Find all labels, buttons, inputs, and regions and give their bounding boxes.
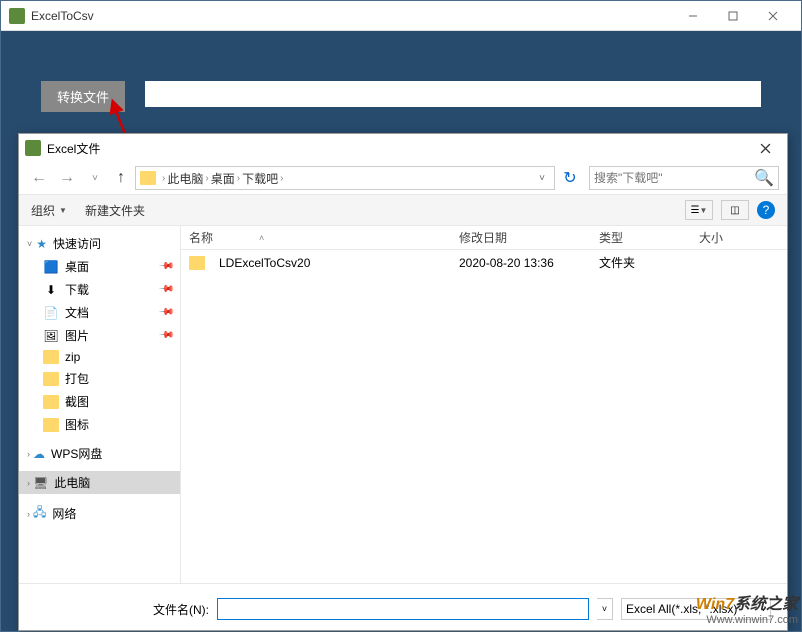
sidebar-item[interactable]: zip — [19, 347, 180, 367]
breadcrumb-dropdown[interactable]: ˅ — [534, 173, 550, 184]
chevron-right-icon: › — [237, 173, 240, 184]
back-button[interactable]: ← — [27, 166, 51, 190]
view-mode-button[interactable]: ☰ ▼ — [685, 200, 713, 220]
dialog-titlebar: Excel文件 — [19, 134, 787, 162]
sidebar-label: 快速访问 — [53, 235, 101, 252]
preview-pane-button[interactable]: ◫ — [721, 200, 749, 220]
sidebar-item-label: 桌面 — [65, 258, 89, 275]
dialog-footer: 文件名(N): ˅ Excel All(*.xls, *.xlsx)˅ — [19, 583, 787, 630]
sidebar-item-label: 图片 — [65, 327, 89, 344]
dialog-nav: ← → ˅ ↑ › 此电脑 › 桌面 › 下载吧 › ˅ ↻ 🔍 — [19, 162, 787, 194]
sidebar-quick-access[interactable]: ˅ ★ 快速访问 — [19, 232, 180, 255]
filename-input[interactable] — [217, 598, 589, 620]
file-dialog: Excel文件 ← → ˅ ↑ › 此电脑 › 桌面 › 下载吧 › ˅ ↻ 🔍… — [18, 133, 788, 631]
sidebar-this-pc[interactable]: › 🖥 此电脑 — [19, 471, 180, 494]
search-input[interactable] — [594, 171, 754, 185]
file-date: 2020-08-20 13:36 — [459, 256, 599, 270]
search-box: 🔍 — [589, 166, 779, 190]
folder-icon — [189, 256, 205, 270]
forward-button[interactable]: → — [55, 166, 79, 190]
filename-dropdown[interactable]: ˅ — [597, 598, 613, 620]
pin-icon: 📌 — [157, 281, 174, 298]
breadcrumb[interactable]: › 此电脑 › 桌面 › 下载吧 › ˅ — [135, 166, 555, 190]
column-name[interactable]: 名称˄ — [189, 229, 459, 246]
file-name: LDExcelToCsv20 — [219, 256, 310, 270]
sidebar-item[interactable]: 图标 — [19, 413, 180, 436]
dialog-icon — [25, 140, 41, 156]
chevron-right-icon: › — [280, 173, 283, 184]
file-list: 名称˄ 修改日期 类型 大小 LDExcelToCsv20 2020-08-20 … — [181, 226, 787, 583]
dialog-toolbar: 组织▼ 新建文件夹 ☰ ▼ ◫ ? — [19, 194, 787, 226]
search-icon[interactable]: 🔍 — [754, 168, 774, 188]
chevron-right-icon: › — [27, 478, 30, 488]
history-dropdown[interactable]: ˅ — [83, 166, 107, 190]
sidebar-item-label: 打包 — [65, 370, 89, 387]
app-title: ExcelToCsv — [31, 9, 673, 23]
app-body: 转换文件 — [1, 31, 801, 112]
dialog-close-button[interactable] — [749, 136, 781, 160]
chevron-down-icon: ▼ — [59, 206, 67, 215]
folder-icon — [43, 350, 59, 364]
chevron-down-icon: ˅ — [27, 239, 32, 249]
downloads-icon: ⬇ — [43, 283, 59, 297]
sidebar-label: 网络 — [52, 505, 76, 522]
sidebar-item[interactable]: 📄 文档 📌 — [19, 301, 180, 324]
breadcrumb-item[interactable]: 下载吧 — [242, 170, 278, 187]
file-type-filter[interactable]: Excel All(*.xls, *.xlsx)˅ — [621, 598, 771, 620]
sidebar-network[interactable]: › 🖧 网络 — [19, 500, 180, 527]
chevron-right-icon: › — [162, 173, 165, 184]
sidebar-item[interactable]: 🟦 桌面 📌 — [19, 255, 180, 278]
maximize-button[interactable] — [713, 2, 753, 30]
dialog-title: Excel文件 — [47, 140, 749, 157]
sidebar: ˅ ★ 快速访问 🟦 桌面 📌 ⬇ 下载 📌 📄 文档 📌 🖼 图片 📌 zip 打包截图图标 › ☁ W… — [19, 226, 181, 583]
refresh-button[interactable]: ↻ — [559, 168, 581, 188]
sidebar-item[interactable]: 截图 — [19, 390, 180, 413]
pin-icon: 📌 — [157, 327, 174, 344]
sidebar-item-label: 截图 — [65, 393, 89, 410]
help-button[interactable]: ? — [757, 201, 775, 219]
path-input[interactable] — [145, 81, 761, 107]
new-folder-button[interactable]: 新建文件夹 — [85, 202, 145, 219]
sidebar-item[interactable]: 打包 — [19, 367, 180, 390]
pin-icon: 📌 — [157, 258, 174, 275]
folder-icon — [43, 372, 59, 386]
sidebar-item-label: 图标 — [65, 416, 89, 433]
filename-label: 文件名(N): — [153, 601, 209, 618]
pin-icon: 📌 — [157, 304, 174, 321]
folder-icon — [43, 418, 59, 432]
chevron-right-icon: › — [27, 449, 30, 459]
convert-button[interactable]: 转换文件 — [41, 81, 125, 112]
close-button[interactable] — [753, 2, 793, 30]
desktop-icon: 🟦 — [43, 260, 59, 274]
breadcrumb-item[interactable]: 此电脑 — [167, 170, 203, 187]
documents-icon: 📄 — [43, 306, 59, 320]
column-type[interactable]: 类型 — [599, 229, 699, 246]
sidebar-item-label: 文档 — [65, 304, 89, 321]
dialog-content: ˅ ★ 快速访问 🟦 桌面 📌 ⬇ 下载 📌 📄 文档 📌 🖼 图片 📌 zip 打包截图图标 › ☁ W… — [19, 226, 787, 583]
up-button[interactable]: ↑ — [111, 166, 131, 190]
sidebar-label: WPS网盘 — [51, 445, 102, 462]
app-titlebar: ExcelToCsv — [1, 1, 801, 31]
folder-icon — [43, 395, 59, 409]
folder-icon — [140, 171, 156, 185]
table-row[interactable]: LDExcelToCsv20 2020-08-20 13:36文件夹 — [181, 250, 787, 275]
minimize-button[interactable] — [673, 2, 713, 30]
sidebar-wps[interactable]: › ☁ WPS网盘 — [19, 442, 180, 465]
column-date[interactable]: 修改日期 — [459, 229, 599, 246]
breadcrumb-item[interactable]: 桌面 — [211, 170, 235, 187]
sort-indicator-icon: ˄ — [259, 233, 264, 243]
sidebar-item-label: zip — [65, 350, 80, 364]
sidebar-item[interactable]: 🖼 图片 📌 — [19, 324, 180, 347]
pictures-icon: 🖼 — [43, 329, 59, 343]
chevron-right-icon: › — [205, 173, 208, 184]
sidebar-item-label: 下载 — [65, 281, 89, 298]
chevron-right-icon: › — [27, 509, 30, 519]
sidebar-item[interactable]: ⬇ 下载 📌 — [19, 278, 180, 301]
organize-menu[interactable]: 组织▼ — [31, 202, 67, 219]
column-size[interactable]: 大小 — [699, 229, 779, 246]
file-type: 文件夹 — [599, 254, 699, 271]
app-icon — [9, 8, 25, 24]
file-list-header: 名称˄ 修改日期 类型 大小 — [181, 226, 787, 250]
sidebar-label: 此电脑 — [54, 474, 90, 491]
